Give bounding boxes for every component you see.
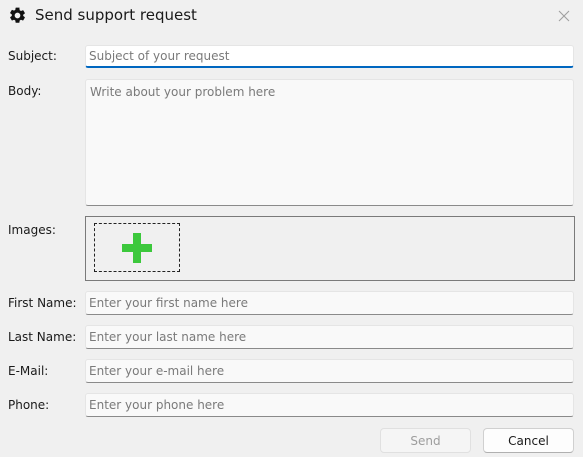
phone-label: Phone:	[8, 398, 50, 412]
phone-input[interactable]	[85, 393, 574, 417]
close-icon	[558, 10, 570, 22]
subject-label: Subject:	[8, 49, 57, 63]
plus-icon	[122, 232, 152, 263]
send-button[interactable]: Send	[380, 428, 471, 453]
images-panel	[85, 216, 575, 281]
first-name-input[interactable]	[85, 291, 574, 315]
last-name-input[interactable]	[85, 325, 574, 349]
cancel-button[interactable]: Cancel	[483, 428, 574, 453]
title-bar: Send support request	[0, 0, 583, 32]
images-label: Images:	[8, 223, 56, 237]
gear-icon	[8, 6, 27, 25]
body-label: Body:	[8, 84, 42, 98]
last-name-label: Last Name:	[8, 330, 77, 344]
add-image-button[interactable]	[94, 223, 180, 272]
close-button[interactable]	[553, 5, 575, 27]
first-name-label: First Name:	[8, 296, 77, 310]
window-title: Send support request	[35, 6, 197, 24]
email-input[interactable]	[85, 359, 574, 383]
subject-input[interactable]	[85, 45, 574, 68]
body-textarea[interactable]	[85, 79, 574, 206]
email-label: E-Mail:	[8, 364, 49, 378]
